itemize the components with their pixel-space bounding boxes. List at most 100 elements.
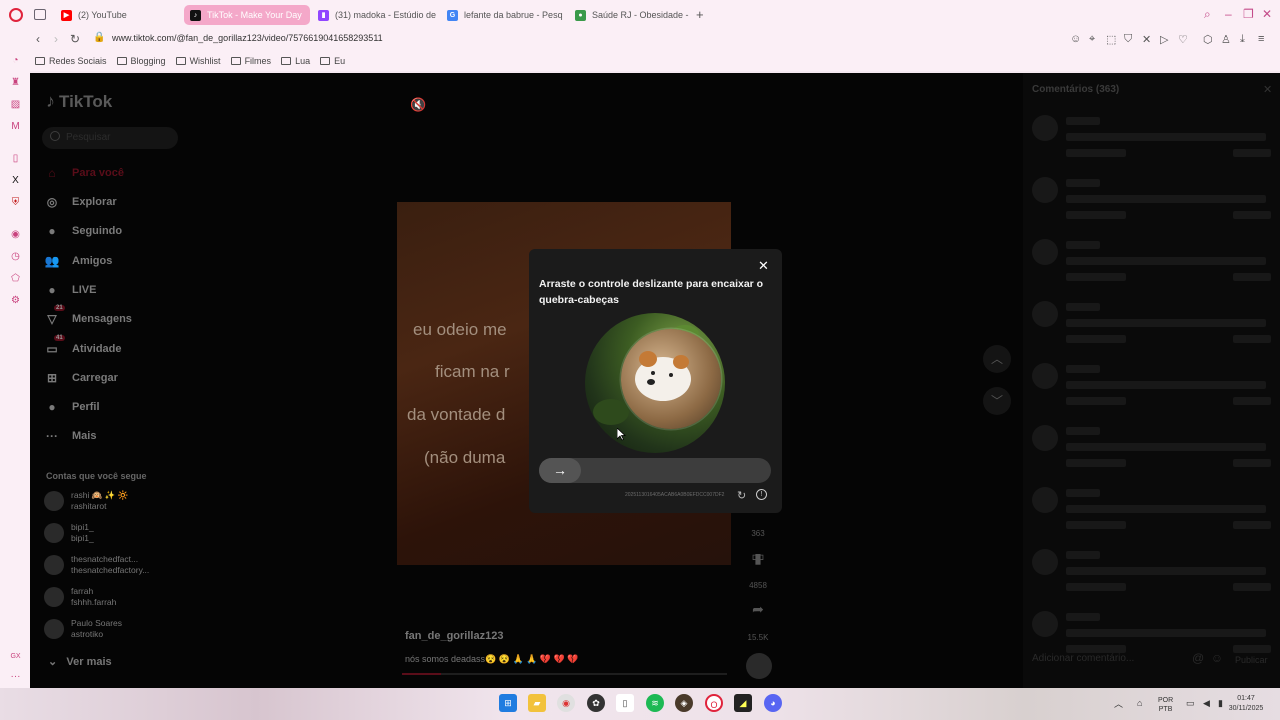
clock-date[interactable]: 30/11/2025 xyxy=(1226,704,1266,713)
game-icon[interactable]: ◈ xyxy=(675,694,693,712)
tab-youtube[interactable]: ▶ (2) YouTube xyxy=(55,5,181,25)
snapshot-icon[interactable]: ⬚ xyxy=(1106,33,1116,46)
nav-item-profile[interactable]: ● Perfil xyxy=(44,397,99,417)
reload-icon[interactable]: ↻ xyxy=(70,32,80,46)
history-icon[interactable]: ◷ xyxy=(9,250,22,263)
crypto-wallet-icon[interactable]: ♜ xyxy=(9,76,22,89)
app2-icon[interactable]: ◢ xyxy=(734,694,752,712)
bookmark-icon[interactable]: ▮ xyxy=(746,550,770,570)
download-icon[interactable]: ⤓ xyxy=(1240,33,1245,46)
tab-switcher-icon[interactable] xyxy=(34,9,46,20)
nav-item-friends[interactable]: 👥 Amigos xyxy=(44,251,113,271)
bookmark-folder[interactable]: Lua xyxy=(281,56,310,66)
opera-gx-taskbar-icon[interactable]: O xyxy=(705,694,723,712)
notepad-icon[interactable]: ▯ xyxy=(616,694,634,712)
x-icon[interactable]: X xyxy=(9,174,22,187)
nav-item-live[interactable]: ● LIVE xyxy=(44,280,96,300)
extensions-sidebar-icon[interactable]: ⬠ xyxy=(9,272,22,285)
gmail-icon[interactable]: M xyxy=(9,120,22,133)
tab-tiktok[interactable]: ♪ TikTok - Make Your Day xyxy=(184,5,310,25)
forward-icon[interactable]: › xyxy=(54,32,58,46)
play-icon[interactable]: ▷ xyxy=(1160,33,1168,46)
nav-item-more[interactable]: ··· Mais xyxy=(44,426,96,446)
captcha-slider-track[interactable]: → xyxy=(539,458,771,483)
share-icon[interactable]: ➦ xyxy=(746,601,770,621)
tab-saude-rj[interactable]: ● Saúde RJ - Obesidade - C xyxy=(569,5,689,25)
bookmark-folder[interactable]: Filmes xyxy=(230,56,271,66)
music-disc-icon[interactable] xyxy=(746,653,772,679)
spotify-icon[interactable]: ◉ xyxy=(9,228,22,241)
tiktok-logo[interactable]: ♪ TikTok xyxy=(46,91,112,112)
close-captcha-icon[interactable]: ✕ xyxy=(758,258,769,274)
lock-icon[interactable]: 🔒 xyxy=(93,32,105,43)
post-comment-button[interactable]: Publicar xyxy=(1235,655,1268,665)
search-tabs-icon[interactable]: ⌕ xyxy=(1204,7,1211,22)
slider-handle[interactable]: → xyxy=(539,458,581,483)
mute-icon[interactable]: 🔇 xyxy=(410,97,426,113)
nav-item-compass[interactable]: ◎ Explorar xyxy=(44,192,117,212)
chrome-icon[interactable]: ◉ xyxy=(557,694,575,712)
nav-item-activity[interactable]: ▭ 41 Atividade xyxy=(44,335,122,359)
video-progress[interactable] xyxy=(402,673,727,675)
vpn-icon[interactable]: ⛨ xyxy=(9,196,22,209)
nav-item-upload[interactable]: ⊞ Carregar xyxy=(44,368,118,388)
account-icon[interactable]: ♙ xyxy=(1221,33,1231,46)
url-field[interactable]: www.tiktok.com/@fan_de_gorillaz123/video… xyxy=(112,33,383,43)
gx-icon[interactable]: GX xyxy=(9,650,22,663)
twitch-sidebar-icon[interactable]: ▯ xyxy=(9,152,22,165)
following-account[interactable]: thesnatchedfact... thesnatchedfactory... xyxy=(44,551,149,579)
nav-item-messages[interactable]: ▽ 21 Mensagens xyxy=(44,305,132,329)
spotify-taskbar-icon[interactable]: ≋ xyxy=(646,694,664,712)
following-account[interactable]: farrah fshhh.farrah xyxy=(44,583,116,611)
following-account[interactable]: bipi1_ bipi1_ xyxy=(44,519,94,547)
file-explorer-icon[interactable]: ▰ xyxy=(528,694,546,712)
bookmark-folder[interactable]: Redes Sociais xyxy=(35,56,107,66)
emoji-icon[interactable]: ☺ xyxy=(1070,33,1081,45)
previous-video-button[interactable]: ︿ xyxy=(983,345,1011,373)
search-input[interactable]: Pesquisar xyxy=(42,127,178,149)
language-indicator[interactable]: POR PTB xyxy=(1158,696,1173,714)
minimize-icon[interactable]: – xyxy=(1225,7,1232,21)
bookmark-folder[interactable]: Eu xyxy=(320,56,345,66)
pinboard-icon[interactable]: ▨ xyxy=(9,98,22,111)
translate-icon[interactable]: ✕ xyxy=(1142,33,1151,46)
restore-icon[interactable]: ❐ xyxy=(1243,7,1254,21)
nav-item-home[interactable]: ⌂ Para você xyxy=(44,163,124,183)
more-sidebar-icon[interactable]: ··· xyxy=(9,670,22,683)
bookmark-folder[interactable]: Blogging xyxy=(116,56,166,66)
see-more-button[interactable]: ⌄ Ver mais xyxy=(48,655,112,668)
network-icon[interactable]: ▭ xyxy=(1186,699,1195,708)
close-window-icon[interactable]: ✕ xyxy=(1262,7,1272,21)
discord-icon[interactable]: ◕ xyxy=(764,694,782,712)
tab-twitch[interactable]: ▮ (31) madoka - Estúdio de xyxy=(312,5,438,25)
opera-logo-icon[interactable] xyxy=(9,8,23,22)
menu-icon[interactable]: ≡ xyxy=(1258,33,1264,45)
clock-time[interactable]: 01:47 xyxy=(1226,694,1266,703)
extensions-icon[interactable]: ⬡ xyxy=(1203,33,1213,46)
mention-icon[interactable]: @ xyxy=(1192,651,1204,665)
next-video-button[interactable]: ﹀ xyxy=(983,387,1011,415)
following-account[interactable]: rashi 🙉 ✨ 🔆 rashitarot xyxy=(44,487,128,515)
refresh-icon[interactable]: ↻ xyxy=(737,489,746,502)
tab-google-search[interactable]: G lefante da babrue - Pesq xyxy=(441,5,567,25)
battery-icon[interactable]: ▮ xyxy=(1218,699,1223,708)
emoji-picker-icon[interactable]: ☺ xyxy=(1211,651,1223,665)
pin-icon[interactable]: ⌖ xyxy=(1089,33,1095,46)
following-account[interactable]: Paulo Soares astrotiko xyxy=(44,615,122,643)
new-tab-button[interactable]: + xyxy=(696,7,704,22)
close-comments-icon[interactable]: ✕ xyxy=(1263,83,1272,96)
bookmark-folder[interactable]: Wishlist xyxy=(175,56,221,66)
info-icon[interactable]: ! xyxy=(756,489,767,500)
app-icon[interactable]: ✿ xyxy=(587,694,605,712)
comment-input[interactable]: Adicionar comentário... xyxy=(1032,653,1182,664)
mic-icon[interactable]: ⌂ xyxy=(1137,699,1142,708)
video-author[interactable]: fan_de_gorillaz123 xyxy=(405,630,503,642)
shield-icon[interactable]: ⛉ xyxy=(1124,33,1132,46)
nav-item-following[interactable]: ● Seguindo xyxy=(44,221,122,241)
tray-chevron-icon[interactable]: ︿ xyxy=(1114,700,1123,709)
heart-icon[interactable]: ♡ xyxy=(1178,33,1188,46)
aria-icon[interactable]: ◔ xyxy=(9,54,22,67)
back-icon[interactable]: ‹ xyxy=(36,32,40,46)
settings-icon[interactable]: ⚙ xyxy=(9,294,22,307)
volume-icon[interactable]: ◀ xyxy=(1203,699,1210,708)
